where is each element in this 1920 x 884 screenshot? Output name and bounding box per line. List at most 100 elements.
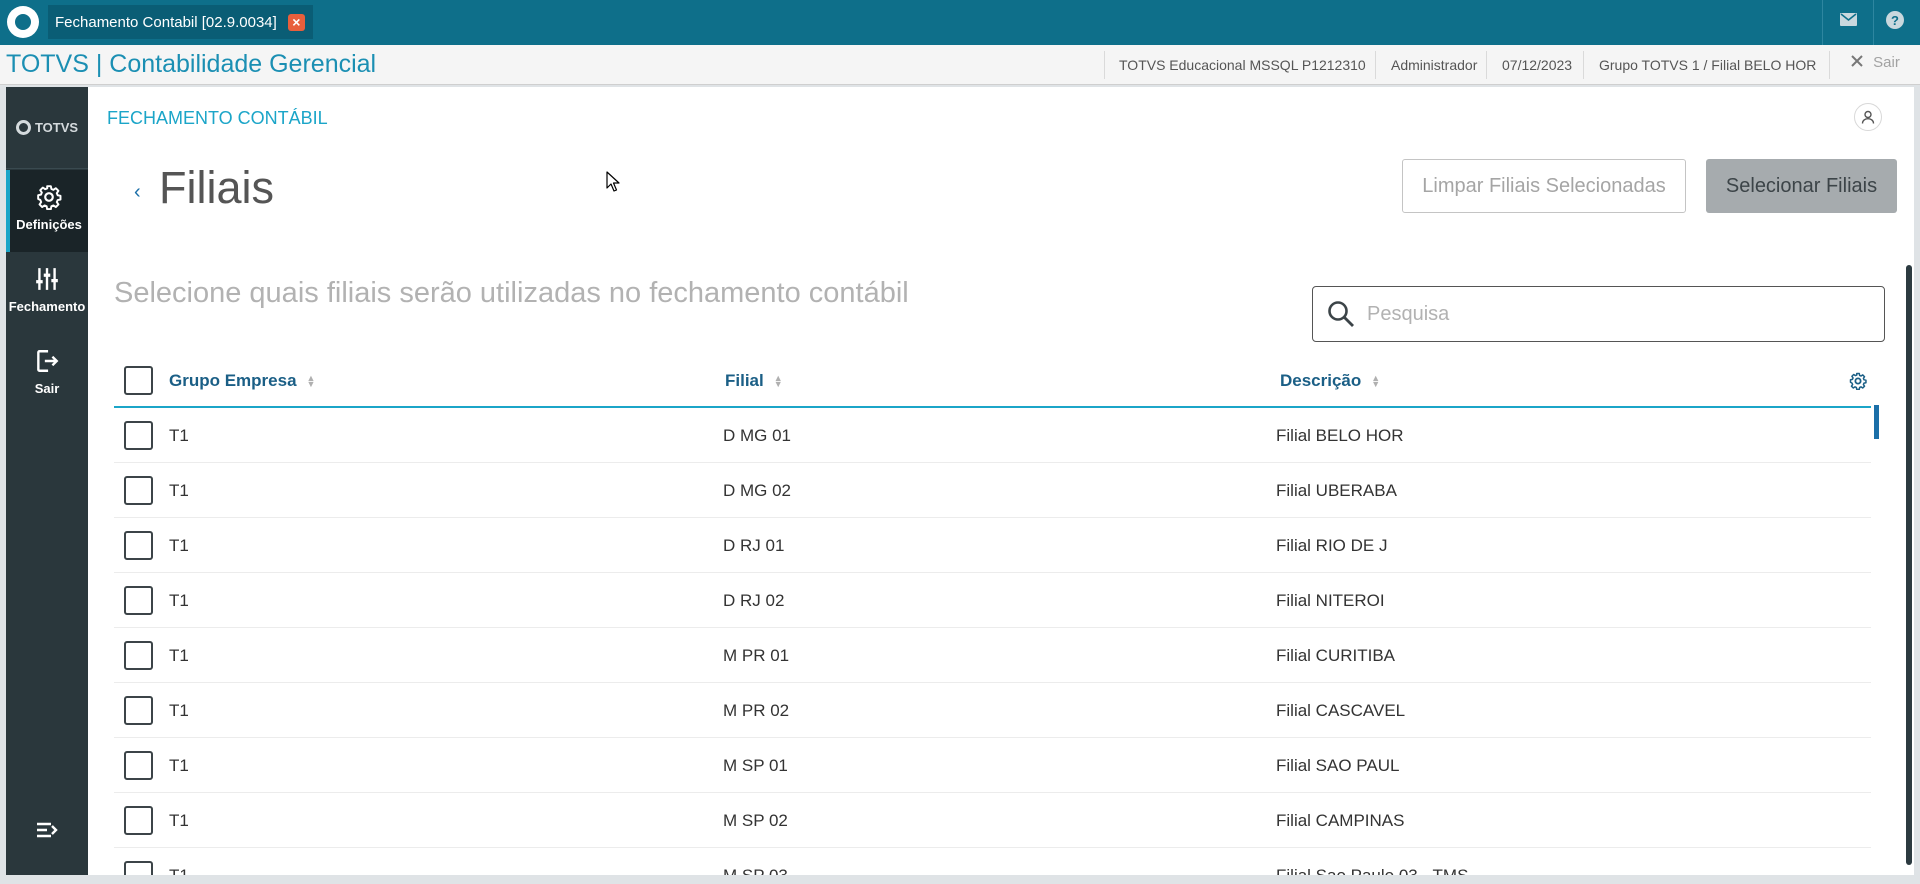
cell-filial: D RJ 01 [723,536,785,555]
column-header-descricao[interactable]: Descrição ▲ ▼ [1280,371,1380,391]
column-header-label: Descrição [1280,371,1362,390]
table-row[interactable]: T1 D MG 02 Filial UBERABA [114,463,1871,518]
app-frame: TOTVS Definições Fechamento Sair FECHAME… [6,87,1914,875]
header-divider [1104,51,1105,79]
cell-grupo-empresa: T1 [169,701,189,720]
cell-grupo-empresa: T1 [169,481,189,500]
active-row-indicator [1874,405,1879,439]
header-divider [1486,51,1487,79]
branch-label[interactable]: Grupo TOTVS 1 / Filial BELO HOR [1599,57,1816,73]
sort-icon: ▲ ▼ [1371,373,1381,389]
cell-filial: D RJ 02 [723,591,785,610]
page-subtitle: Selecione quais filiais serão utilizadas… [114,277,909,309]
row-checkbox[interactable] [124,476,153,505]
header-bar: TOTVS | Contabilidade Gerencial TOTVS Ed… [0,45,1920,85]
page-title: Filiais [159,162,275,213]
table-row[interactable]: T1 M SP 02 Filial CAMPINAS [114,793,1871,848]
row-checkbox[interactable] [124,641,153,670]
titlebar-divider [1873,0,1874,45]
menu-collapse-icon[interactable] [32,815,62,845]
column-header-label: Grupo Empresa [169,371,297,390]
user-profile-button[interactable] [1854,103,1882,131]
column-settings-gear-icon[interactable] [1849,372,1867,390]
sidebar-logo: TOTVS [6,87,88,169]
table-row[interactable]: T1 D MG 01 Filial BELO HOR [114,408,1871,463]
clear-selected-branches-button[interactable]: Limpar Filiais Selecionadas [1402,159,1686,213]
row-checkbox[interactable] [124,806,153,835]
user-label: Administrador [1391,57,1478,73]
column-header-filial[interactable]: Filial ▲ ▼ [725,371,783,391]
row-checkbox[interactable] [124,586,153,615]
cell-filial: M SP 03 [723,866,788,875]
user-icon [1861,110,1875,124]
cell-descricao: Filial RIO DE J [1276,536,1388,555]
cell-descricao: Filial SAO PAUL [1276,756,1400,775]
search-box[interactable] [1312,286,1885,342]
cell-descricao: Filial CAMPINAS [1276,811,1405,830]
cell-descricao: Filial NITEROI [1276,591,1385,610]
column-header-label: Filial [725,371,764,390]
exit-label: Sair [1873,54,1900,71]
sidebar-item-sair[interactable]: Sair [6,334,88,416]
search-input[interactable] [1367,295,1867,333]
header-divider [1829,51,1830,79]
column-header-grupo-empresa[interactable]: Grupo Empresa ▲ ▼ [169,371,315,391]
app-title: TOTVS | Contabilidade Gerencial [6,50,377,78]
help-icon[interactable]: ? [1886,11,1904,29]
sidebar-item-label: Sair [34,381,60,396]
cell-filial: M PR 01 [723,646,790,665]
main-content: FECHAMENTO CONTÁBIL ‹ Filiais Limpar Fil… [88,87,1914,875]
sidebar-logo-text: TOTVS [34,120,79,135]
row-checkbox[interactable] [124,421,153,450]
sidebar-item-label: Definições [16,217,82,232]
cell-grupo-empresa: T1 [169,646,189,665]
header-divider [1375,51,1376,79]
cell-filial: M SP 02 [723,811,788,830]
table-row[interactable]: T1 D RJ 02 Filial NITEROI [114,573,1871,628]
table-row[interactable]: T1 M SP 03 Filial Sao Paulo 03 - TMS [114,848,1871,875]
totvs-logo-icon [7,6,39,38]
sidebar-item-fechamento[interactable]: Fechamento [6,252,88,334]
environment-label: TOTVS Educacional MSSQL P1212310 [1119,57,1366,73]
back-button[interactable]: ‹ [134,181,141,204]
table-row[interactable]: T1 D RJ 01 Filial RIO DE J [114,518,1871,573]
cell-filial: M PR 02 [723,701,790,720]
tab-close-icon[interactable]: × [287,14,305,31]
table-row[interactable]: T1 M PR 02 Filial CASCAVEL [114,683,1871,738]
breadcrumb: FECHAMENTO CONTÁBIL [107,108,328,128]
header-divider [1583,51,1584,79]
row-checkbox[interactable] [124,531,153,560]
sort-icon: ▲ ▼ [306,373,316,389]
cell-filial: D MG 01 [723,426,792,445]
table-row[interactable]: T1 M PR 01 Filial CURITIBA [114,628,1871,683]
cell-descricao: Filial UBERABA [1276,481,1397,500]
cell-grupo-empresa: T1 [169,756,189,775]
select-branches-button[interactable]: Selecionar Filiais [1706,159,1897,213]
exit-button[interactable]: Sair [1851,54,1900,71]
date-label: 07/12/2023 [1502,57,1573,73]
table-row[interactable]: T1 M SP 01 Filial SAO PAUL [114,738,1871,793]
cell-grupo-empresa: T1 [169,811,189,830]
svg-text:?: ? [1891,13,1899,28]
mail-icon[interactable] [1840,13,1857,26]
branches-table: Grupo Empresa ▲ ▼ Filial ▲ ▼ Descrição ▲ ▼ [114,352,1871,875]
tab-fechamento-contabil[interactable]: Fechamento Contabil [02.9.0034] × [48,5,313,39]
close-icon [1851,55,1863,67]
cell-grupo-empresa: T1 [169,591,189,610]
row-checkbox[interactable] [124,751,153,780]
search-icon [1328,301,1354,327]
gear-icon [37,185,62,210]
select-all-checkbox[interactable] [124,366,153,395]
tab-label: Fechamento Contabil [02.9.0034] [55,13,277,31]
row-checkbox[interactable] [124,696,153,725]
logout-icon [37,350,59,372]
vertical-scrollbar[interactable] [1906,265,1912,865]
row-checkbox[interactable] [124,861,153,875]
cell-descricao: Filial CASCAVEL [1276,701,1406,720]
cell-descricao: Filial Sao Paulo 03 - TMS [1276,866,1468,875]
table-header: Grupo Empresa ▲ ▼ Filial ▲ ▼ Descrição ▲ ▼ [114,352,1871,408]
cell-grupo-empresa: T1 [169,866,189,875]
sidebar-item-definicoes[interactable]: Definições [6,170,88,252]
sidebar: TOTVS Definições Fechamento Sair [6,87,88,875]
cell-filial: D MG 02 [723,481,792,500]
